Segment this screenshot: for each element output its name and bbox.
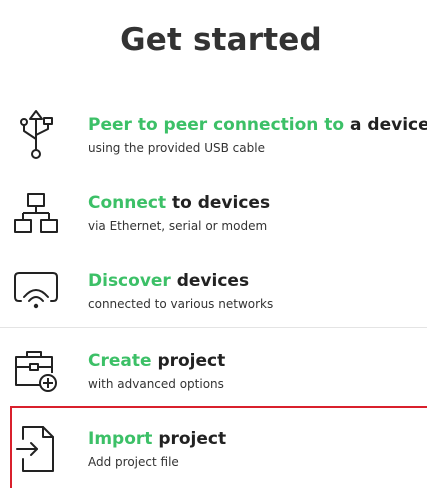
create-project-option[interactable]: Create project with advanced options bbox=[12, 332, 427, 410]
wifi-discover-icon bbox=[12, 263, 60, 319]
connect-option[interactable]: Connect to devices via Ethernet, serial … bbox=[12, 174, 427, 252]
item-highlight: Peer to peer connection to bbox=[88, 114, 345, 135]
peer-to-peer-option[interactable]: Peer to peer connection to a device usin… bbox=[12, 96, 427, 174]
import-project-option[interactable]: Import project Add project file bbox=[12, 410, 427, 488]
item-subtitle: Add project file bbox=[88, 454, 179, 469]
item-subtitle: connected to various networks bbox=[88, 296, 274, 311]
item-subtitle: with advanced options bbox=[88, 376, 224, 391]
network-icon bbox=[12, 185, 60, 241]
file-import-icon bbox=[12, 421, 60, 477]
item-highlight: Discover bbox=[88, 270, 171, 291]
item-subtitle: via Ethernet, serial or modem bbox=[88, 218, 268, 233]
page-title: Get started bbox=[120, 22, 322, 58]
item-title-rest: project bbox=[152, 428, 227, 449]
briefcase-add-icon bbox=[12, 343, 60, 399]
item-subtitle: using the provided USB cable bbox=[88, 140, 265, 155]
section-divider bbox=[0, 327, 427, 328]
item-highlight: Create bbox=[88, 350, 152, 371]
discover-option[interactable]: Discover devices connected to various ne… bbox=[12, 252, 427, 330]
item-highlight: Import bbox=[88, 428, 153, 449]
usb-icon bbox=[12, 107, 60, 163]
item-title-rest: project bbox=[151, 350, 226, 371]
item-title-rest: to devices bbox=[166, 192, 271, 213]
item-highlight: Connect bbox=[88, 192, 167, 213]
item-title-rest: a device bbox=[344, 114, 427, 135]
item-title-rest: devices bbox=[170, 270, 250, 291]
